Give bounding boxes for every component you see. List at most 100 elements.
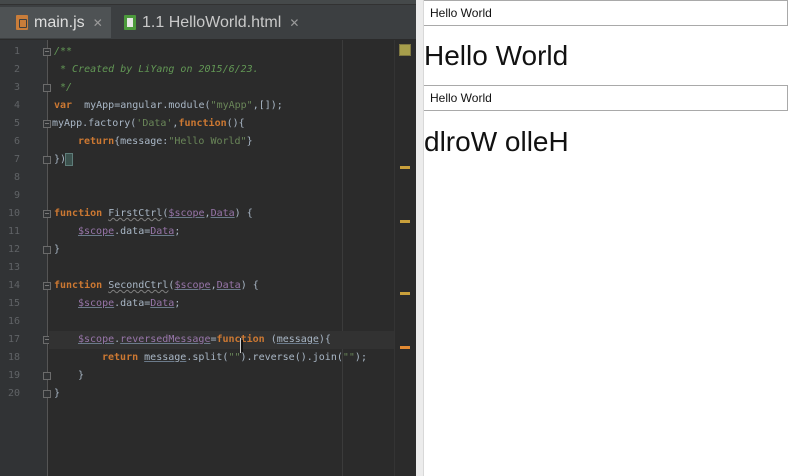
code-token: function (178, 118, 227, 129)
warning-mark[interactable] (400, 346, 410, 349)
code-token: myApp.factory( (52, 118, 137, 129)
line-number: 13 (7, 262, 20, 273)
code-token: $scope (78, 298, 115, 309)
tab-label: main.js (34, 13, 85, 31)
second-ctrl-reversed-heading: dlroW olleH (424, 126, 569, 157)
line-number: 4 (13, 100, 20, 111)
line-number: 18 (7, 352, 20, 363)
code-token: Data (216, 280, 241, 291)
line-number: 16 (7, 316, 20, 327)
code-token: }) (54, 154, 67, 165)
code-token: $scope (168, 208, 205, 219)
code-line-1: /** (54, 46, 73, 57)
code-line-19: } (78, 370, 85, 381)
code-token: ; (174, 226, 181, 237)
line-number: 15 (7, 298, 20, 309)
tab-helloworld-html[interactable]: 1.1 HelloWorld.html ✕ (108, 7, 307, 38)
html-file-icon (124, 15, 136, 30)
line-number: 17 (7, 334, 20, 345)
message-input-first[interactable] (424, 0, 788, 26)
code-token: reversedMessage (120, 334, 211, 345)
close-icon[interactable]: ✕ (289, 16, 299, 30)
code-line-4: var myApp=angular.module("myApp",[]); (54, 97, 283, 115)
line-number: 20 (7, 388, 20, 399)
line-number: 5 (13, 118, 20, 129)
code-token: .data= (114, 226, 151, 237)
code-line-5: myApp.factory('Data',function(){ (52, 115, 245, 133)
js-file-icon (16, 15, 28, 30)
code-line-6: return{message:"Hello World"} (78, 133, 253, 151)
code-token: Data (210, 208, 235, 219)
code-line-7: }) (54, 151, 74, 169)
warning-mark[interactable] (400, 292, 410, 295)
warning-mark[interactable] (400, 166, 410, 169)
code-token: $scope (174, 280, 211, 291)
code-token: ,[]); (252, 100, 283, 111)
close-icon[interactable]: ✕ (93, 16, 103, 30)
code-token: Data (150, 298, 175, 309)
code-line-10: function FirstCtrl($scope,Data) { (54, 205, 253, 223)
code-token: function (54, 208, 103, 219)
code-token: return (102, 352, 139, 363)
browser-preview: Hello World dlroW olleH (416, 0, 788, 476)
code-editor[interactable]: main.js ✕ 1.1 HelloWorld.html ✕ 1 2 3 4 … (0, 0, 416, 476)
code-line-15: $scope.data=Data; (78, 295, 180, 313)
code-token: var (54, 100, 73, 111)
line-number: 1 (13, 46, 20, 57)
code-token: } (246, 136, 253, 147)
tab-label: 1.1 HelloWorld.html (142, 13, 282, 31)
code-token: message (144, 352, 187, 363)
analysis-status-icon[interactable] (399, 44, 411, 56)
line-number: 6 (13, 136, 20, 147)
line-number: 9 (13, 190, 20, 201)
code-token: .split( (186, 352, 229, 363)
code-token: "myApp" (210, 100, 253, 111)
line-number: 10 (7, 208, 20, 219)
code-token: SecondCtrl (108, 280, 169, 291)
code-token: ) { (240, 280, 259, 291)
line-number: 11 (7, 226, 20, 237)
code-token: Data (150, 226, 175, 237)
brace-match-highlight (65, 153, 74, 166)
line-number: 2 (13, 64, 20, 75)
code-token: 'Data' (136, 118, 173, 129)
line-number: 19 (7, 370, 20, 381)
code-line-2: * Created by LiYang on 2015/6/23. (54, 64, 259, 75)
code-token: .data= (114, 298, 151, 309)
code-token: $scope (78, 226, 115, 237)
line-number: 3 (13, 82, 20, 93)
tab-bar-top-strip (0, 0, 416, 5)
code-line-3: */ (54, 82, 73, 93)
code-token: myApp=angular.module( (72, 100, 211, 111)
code-line-18: return message.split("").reverse().join(… (102, 349, 367, 367)
line-number: 12 (7, 244, 20, 255)
error-stripe[interactable] (394, 40, 416, 476)
tab-main-js[interactable]: main.js ✕ (0, 7, 111, 38)
first-ctrl-heading: Hello World (424, 40, 569, 71)
code-token: ( (264, 334, 277, 345)
code-line-14: function SecondCtrl($scope,Data) { (54, 277, 259, 295)
code-token: function (54, 280, 103, 291)
code-token: {message: (114, 136, 169, 147)
code-token: ); (354, 352, 367, 363)
code-token: (){ (226, 118, 245, 129)
editor-tab-bar: main.js ✕ 1.1 HelloWorld.html ✕ (0, 0, 416, 40)
warning-mark[interactable] (400, 220, 410, 223)
code-token: message (276, 334, 319, 345)
code-line-17: $scope.reversedMessage=function (message… (78, 331, 331, 349)
code-token: "" (228, 352, 241, 363)
mouse-cursor-icon (241, 340, 243, 352)
code-token: ) { (234, 208, 253, 219)
code-token: ){ (318, 334, 331, 345)
line-number-gutter[interactable]: 1 2 3 4 5 6 7 8 9 10 11 12 13 14 15 16 1… (0, 40, 51, 476)
pane-divider[interactable] (416, 0, 424, 476)
code-line-11: $scope.data=Data; (78, 223, 180, 241)
code-token: FirstCtrl (108, 208, 163, 219)
code-line-20: } (54, 388, 61, 399)
message-input-second[interactable] (424, 85, 788, 111)
code-token: return (78, 136, 115, 147)
line-number: 14 (7, 280, 20, 291)
code-token: "Hello World" (168, 136, 247, 147)
line-number: 8 (13, 172, 20, 183)
code-token: "" (342, 352, 355, 363)
